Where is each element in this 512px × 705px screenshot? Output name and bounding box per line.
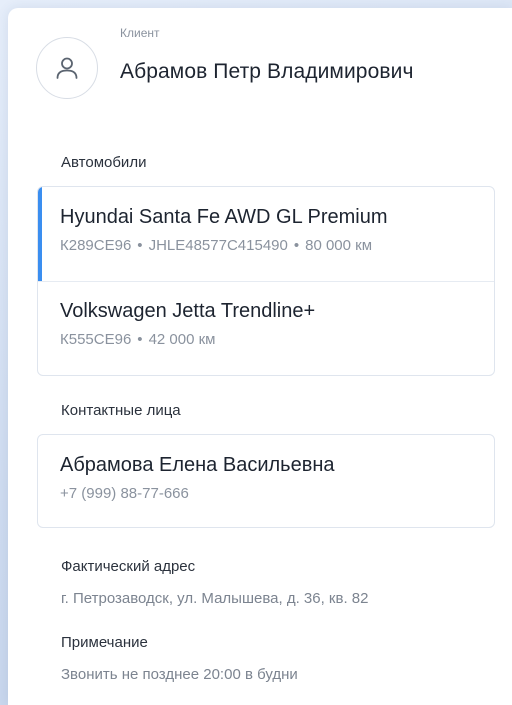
client-avatar[interactable]	[36, 37, 98, 99]
car-mileage: 42 000 км	[148, 331, 216, 348]
contact-name: Абрамова Елена Васильевна	[60, 454, 335, 476]
car-details: К555СЕ96 • 42 000 км	[60, 330, 494, 350]
car-plate: К289СЕ96	[60, 237, 132, 254]
contacts-list: Абрамова Елена Васильевна +7 (999) 88-77…	[37, 434, 495, 528]
separator-dot: •	[137, 237, 143, 254]
car-item-jetta[interactable]: Volkswagen Jetta Trendline+ К555СЕ96 • 42 …	[38, 281, 494, 374]
user-icon	[56, 57, 78, 79]
note-label: Примечание	[61, 634, 148, 651]
client-header: Клиент Абрамов Петр Владимирович	[36, 25, 414, 99]
address-value: г. Петрозаводск, ул. Малышева, д. 36, кв…	[61, 590, 369, 607]
client-label: Клиент	[120, 26, 160, 40]
car-details: К289СЕ96 • JHLE48577C415490 • 80 000 км	[60, 236, 494, 256]
separator-dot: •	[293, 237, 300, 254]
cars-list: Hyundai Santa Fe AWD GL Premium К289СЕ96…	[37, 186, 495, 376]
contact-item[interactable]: Абрамова Елена Васильевна +7 (999) 88-77…	[38, 435, 494, 526]
contacts-section-label: Контактные лица	[61, 402, 181, 419]
contact-phone: +7 (999) 88-77-666	[60, 485, 189, 502]
car-mileage: 80 000 км	[305, 237, 373, 254]
separator-dot: •	[137, 331, 143, 348]
note-value: Звонить не позднее 20:00 в будни	[61, 666, 298, 683]
cars-section-label: Автомобили	[61, 154, 147, 171]
car-title: Volkswagen Jetta Trendline+	[60, 300, 316, 322]
car-vin: JHLE48577C415490	[148, 237, 288, 254]
client-text: Клиент Абрамов Петр Владимирович	[120, 25, 414, 85]
address-label: Фактический адрес	[61, 558, 196, 575]
car-item-santa-fe[interactable]: Hyundai Santa Fe AWD GL Premium К289СЕ96…	[38, 187, 494, 281]
car-plate: К555СЕ96	[60, 331, 132, 348]
car-title: Hyundai Santa Fe AWD GL Premium	[60, 206, 388, 228]
client-card: Клиент Абрамов Петр Владимирович Автомоб…	[8, 8, 512, 705]
client-name: Абрамов Петр Владимирович	[120, 60, 414, 83]
